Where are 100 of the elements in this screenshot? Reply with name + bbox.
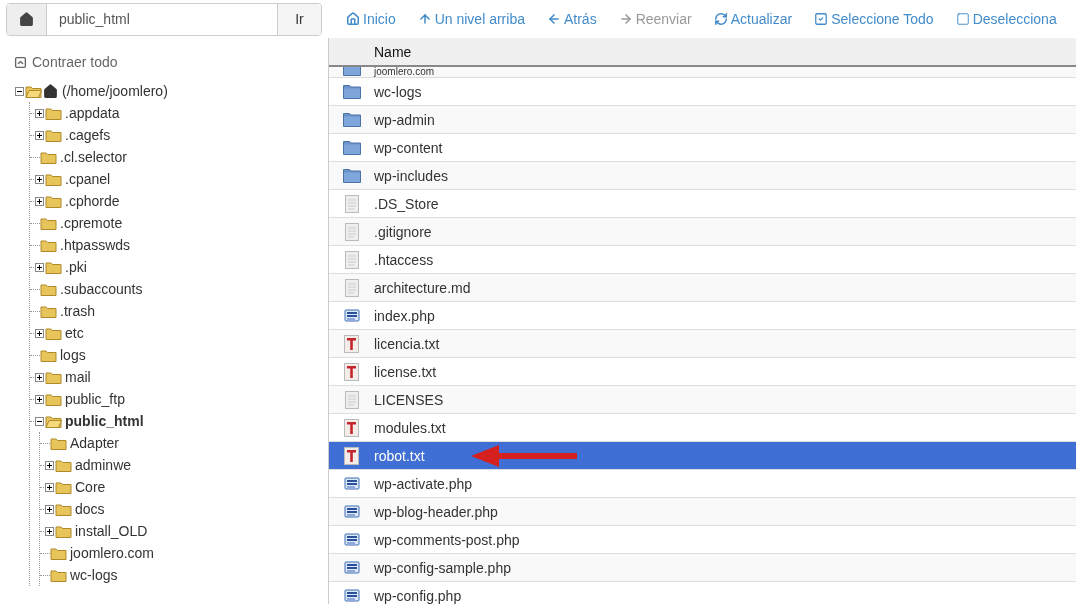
expand-toggle[interactable]: [35, 108, 44, 118]
folder-name[interactable]: (/home/joomlero): [62, 83, 168, 99]
file-name: .DS_Store: [374, 196, 439, 211]
checked-box-icon: [814, 12, 829, 26]
folder-icon: [40, 150, 57, 164]
expand-toggle[interactable]: [35, 174, 44, 184]
folder-icon: [45, 194, 62, 208]
collapse-toggle[interactable]: [35, 416, 44, 426]
folder-icon: [342, 168, 361, 183]
folder-name[interactable]: docs: [75, 501, 105, 517]
expand-toggle[interactable]: [35, 130, 44, 140]
collapse-all-link[interactable]: Contraer todo: [14, 54, 328, 70]
column-header[interactable]: Name: [374, 43, 412, 60]
file-name: wp-config-sample.php: [374, 560, 511, 575]
open-folder-icon: [25, 84, 42, 98]
file-name: wp-admin: [374, 112, 435, 127]
folder-name[interactable]: public_html: [65, 413, 144, 429]
folder-name[interactable]: .cpanel: [65, 171, 111, 187]
toolbar-link[interactable]: Un nivel arriba: [417, 11, 525, 27]
folder-name[interactable]: public_ftp: [65, 391, 125, 407]
file-name: robot.txt: [374, 448, 425, 463]
document-icon: [344, 250, 359, 269]
toolbar-link[interactable]: Inicio: [346, 11, 396, 27]
folder-name[interactable]: adminwe: [75, 457, 132, 473]
file-name: wp-content: [374, 140, 443, 155]
expand-toggle[interactable]: [45, 526, 54, 536]
home-icon: [18, 10, 35, 28]
collapse-toggle[interactable]: [15, 86, 24, 96]
text-file-icon: [344, 334, 359, 353]
folder-name[interactable]: .pki: [65, 259, 87, 275]
folder-icon: [342, 140, 361, 155]
folder-icon: [40, 304, 57, 318]
folder-name[interactable]: .subaccounts: [60, 281, 143, 297]
expand-toggle[interactable]: [45, 482, 54, 492]
folder-icon: [50, 568, 67, 582]
expand-toggle[interactable]: [35, 328, 44, 338]
folder-icon: [40, 282, 57, 296]
folder-icon: [342, 112, 361, 127]
folder-name[interactable]: .cphorde: [65, 193, 120, 209]
folder-name[interactable]: .htpasswds: [60, 237, 131, 253]
file-name: license.txt: [374, 364, 437, 379]
home-icon: [42, 82, 59, 100]
file-row[interactable]: .gitignore: [329, 218, 1076, 246]
expand-toggle[interactable]: [35, 196, 44, 206]
folder-name[interactable]: install_OLD: [75, 523, 148, 539]
refresh-icon: [713, 12, 728, 26]
home-icon: [346, 12, 360, 26]
file-row[interactable]: licencia.txt: [329, 330, 1076, 358]
toolbar-link[interactable]: Seleccione Todo: [814, 11, 934, 27]
folder-icon: [45, 128, 62, 142]
file-name: wc-logs: [374, 84, 422, 99]
folder-name[interactable]: etc: [65, 325, 84, 341]
folder-icon: [55, 458, 72, 472]
file-row[interactable]: architecture.md: [329, 274, 1076, 302]
toolbar-link[interactable]: Atrás: [546, 11, 597, 27]
expand-toggle[interactable]: [45, 460, 54, 470]
text-file-icon: [344, 446, 359, 465]
folder-icon: [45, 260, 62, 274]
folder-name[interactable]: joomlero.com: [70, 545, 155, 561]
folder-name[interactable]: logs: [60, 347, 86, 363]
go-button[interactable]: Ir: [277, 3, 321, 35]
folder-name[interactable]: .trash: [60, 303, 95, 319]
forward-arrow-icon: [618, 12, 633, 26]
file-name: joomlero.com: [374, 67, 435, 77]
folder-name[interactable]: wc-logs: [70, 567, 118, 583]
folder-name[interactable]: Adapter: [70, 435, 120, 451]
file-name: index.php: [374, 308, 435, 323]
file-row[interactable]: joomlero.com: [329, 67, 1076, 78]
folder-name[interactable]: .cpremote: [60, 215, 123, 231]
file-row[interactable]: LICENSES: [329, 386, 1076, 414]
collapse-icon: [14, 55, 27, 69]
file-row[interactable]: wp-includes: [329, 162, 1076, 190]
expand-toggle[interactable]: [35, 394, 44, 404]
back-arrow-icon: [546, 12, 561, 26]
php-file-icon: [343, 476, 360, 491]
file-row[interactable]: robot.txt: [329, 442, 1076, 470]
folder-name[interactable]: .appdata: [65, 105, 120, 121]
home-button[interactable]: [7, 3, 47, 35]
folder-icon: [50, 546, 67, 560]
folder-name[interactable]: Core: [75, 479, 106, 495]
expand-toggle[interactable]: [45, 504, 54, 514]
file-row[interactable]: wp-config-sample.php: [329, 554, 1076, 582]
expand-toggle[interactable]: [35, 372, 44, 382]
toolbar-link[interactable]: Deselecciona: [955, 11, 1057, 27]
file-row[interactable]: wp-blog-header.php: [329, 498, 1076, 526]
file-name: wp-config.php: [374, 588, 462, 603]
expand-toggle[interactable]: [35, 262, 44, 272]
file-name: .gitignore: [374, 224, 432, 239]
folder-icon: [50, 436, 67, 450]
folder-icon: [45, 326, 62, 340]
file-name: modules.txt: [374, 420, 446, 435]
path-field[interactable]: public_html Ir: [6, 2, 322, 36]
folder-name[interactable]: .cl.selector: [60, 149, 127, 165]
php-file-icon: [343, 560, 360, 575]
folder-icon: [45, 370, 62, 384]
document-icon: [344, 278, 359, 297]
toolbar-link[interactable]: Actualizar: [713, 11, 793, 27]
folder-name[interactable]: .cagefs: [65, 127, 111, 143]
folder-name[interactable]: mail: [65, 369, 91, 385]
file-row[interactable]: wp-admin: [329, 106, 1076, 134]
